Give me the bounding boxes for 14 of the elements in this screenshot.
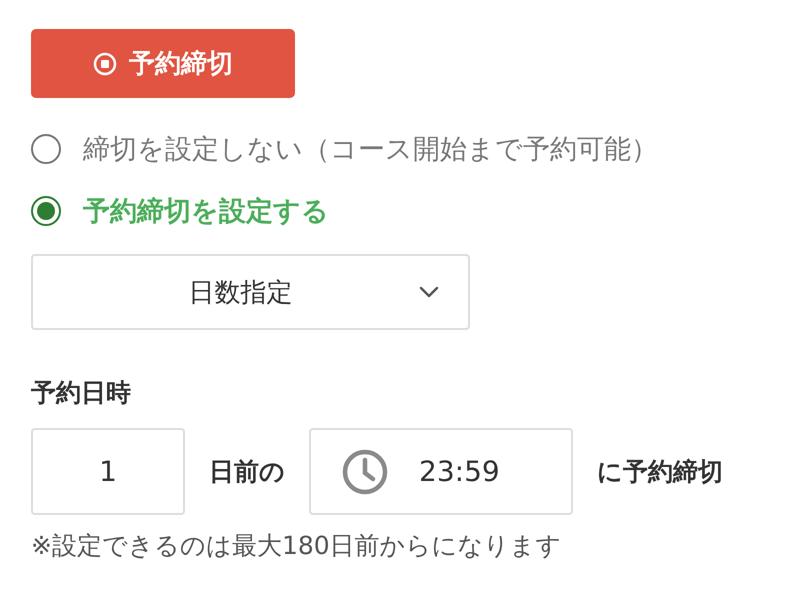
radio-button[interactable] xyxy=(31,134,61,164)
section-label: 予約日時 xyxy=(31,377,131,409)
note-text: ※設定できるのは最大180日前からになります xyxy=(31,530,562,562)
deadline-button[interactable]: 予約締切 xyxy=(31,29,295,98)
radio-button[interactable] xyxy=(31,196,61,226)
stop-icon xyxy=(93,52,117,76)
mode-dropdown[interactable]: 日数指定 xyxy=(31,254,470,330)
days-suffix: 日前の xyxy=(209,456,285,488)
clock-icon xyxy=(341,448,389,496)
time-suffix: に予約締切 xyxy=(597,456,723,488)
option-label[interactable]: 締切を設定しない（コース開始まで予約可能） xyxy=(83,131,658,167)
chevron-down-icon xyxy=(418,285,440,299)
days-field[interactable]: 1 xyxy=(31,428,185,515)
time-field[interactable]: 23:59 xyxy=(309,428,573,515)
